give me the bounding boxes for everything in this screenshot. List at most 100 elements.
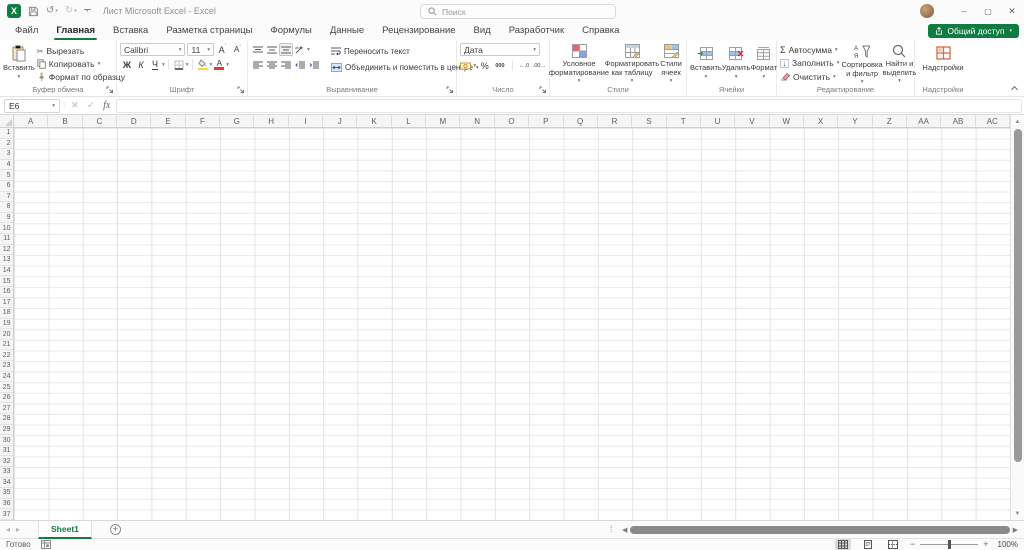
column-header-e[interactable]: E [151,115,186,127]
row-header-34[interactable]: 34 [0,478,13,489]
row-header-12[interactable]: 12 [0,245,13,256]
column-header-z[interactable]: Z [873,115,907,127]
row-header-29[interactable]: 29 [0,425,13,436]
underline-button[interactable]: Ч [148,58,162,71]
row-header-3[interactable]: 3 [0,149,13,160]
copy-dropdown-icon[interactable]: ▾ [98,61,101,67]
column-header-r[interactable]: R [598,115,633,127]
row-header-35[interactable]: 35 [0,488,13,499]
row-header-22[interactable]: 22 [0,350,13,362]
row-header-37[interactable]: 37 [0,509,13,520]
clipboard-dialog-launcher[interactable] [105,85,114,94]
column-header-u[interactable]: U [701,115,736,127]
column-header-t[interactable]: T [667,115,701,127]
avatar[interactable] [920,4,934,18]
redo-dropdown-icon[interactable]: ▾ [74,8,77,14]
copy-button[interactable]: Копировать ▾ [37,58,125,70]
column-header-k[interactable]: K [357,115,392,127]
column-header-v[interactable]: V [735,115,770,127]
macro-record-icon[interactable] [40,540,51,549]
conditional-formatting-button[interactable]: Условное форматирование ▾ [549,43,609,84]
decrease-indent-button[interactable] [293,58,307,71]
row-header-13[interactable]: 13 [0,255,13,266]
row-header-4[interactable]: 4 [0,160,13,171]
horizontal-scroll-thumb[interactable] [630,525,1010,534]
format-painter-button[interactable]: Формат по образцу [37,71,125,83]
paste-button[interactable]: Вставить ▾ [3,43,35,83]
insert-function-icon[interactable]: fx [100,100,113,111]
bold-button[interactable]: Ж [120,58,134,71]
column-header-a[interactable]: A [14,115,49,127]
currency-button[interactable] [460,59,472,72]
orientation-dropdown-icon[interactable]: ▾ [307,47,310,53]
currency-dropdown-icon[interactable]: ▾ [473,63,476,69]
row-header-8[interactable]: 8 [0,202,13,213]
close-button[interactable]: ✕ [1000,0,1024,22]
maximize-button[interactable]: ▢ [976,0,1000,22]
comma-button[interactable]: 000 [493,59,506,72]
increase-indent-button[interactable] [307,58,321,71]
enter-icon[interactable]: ✓ [84,100,97,111]
formula-input[interactable] [116,98,1022,113]
autosum-dropdown-icon[interactable]: ▾ [835,47,838,53]
column-header-p[interactable]: P [529,115,564,127]
font-size-select[interactable]: 11 ▾ [187,43,215,56]
qat-customize-icon[interactable]: ▾ [83,9,91,14]
column-header-l[interactable]: L [392,115,427,127]
vertical-scrollbar[interactable]: ▲ ▼ [1010,115,1024,520]
clear-button[interactable]: Очистить ▾ [780,71,840,83]
format-cells-button[interactable]: Формат ▾ [750,43,777,83]
decrease-font-button[interactable]: Аˇ [231,43,244,56]
decrease-decimal-button[interactable]: .00→ [533,59,546,72]
row-header-5[interactable]: 5 [0,170,13,181]
number-format-select[interactable]: Дата ▾ [460,43,540,56]
zoom-slider[interactable] [920,540,979,549]
search-box[interactable]: Поиск [420,4,616,19]
autosum-button[interactable]: Σ Автосумма ▾ [780,44,840,56]
orientation-button[interactable]: ab [293,43,307,56]
sort-filter-button[interactable]: АЯ Сортировка и фильтр ▾ [842,43,883,85]
align-middle-button[interactable] [265,43,279,56]
row-header-28[interactable]: 28 [0,414,13,425]
column-header-m[interactable]: M [426,115,461,127]
horizontal-scrollbar[interactable]: ◀ ▶ [622,521,1018,538]
minimize-button[interactable]: – [952,0,976,22]
align-bottom-button[interactable] [279,43,293,56]
undo-icon[interactable]: ↺ ▾ [46,6,58,16]
redo-icon[interactable]: ↻ ▾ [65,6,77,16]
align-top-button[interactable] [251,43,265,56]
hscroll-left-icon[interactable]: ◀ [622,526,627,534]
row-header-36[interactable]: 36 [0,499,13,510]
alignment-dialog-launcher[interactable] [445,85,454,94]
row-header-6[interactable]: 6 [0,181,13,192]
row-header-32[interactable]: 32 [0,456,13,467]
row-header-2[interactable]: 2 [0,139,13,150]
fill-button[interactable]: ↓ Заполнить ▾ [780,57,840,69]
percent-button[interactable]: % [478,59,491,72]
vertical-scroll-thumb[interactable] [1013,129,1022,462]
row-header-16[interactable]: 16 [0,287,13,298]
row-header-25[interactable]: 25 [0,382,13,393]
clear-dropdown-icon[interactable]: ▾ [833,74,836,80]
font-color-button[interactable]: А [212,58,226,71]
scroll-down-button[interactable]: ▼ [1015,507,1021,520]
row-header-20[interactable]: 20 [0,329,13,340]
row-header-30[interactable]: 30 [0,435,13,446]
font-dialog-launcher[interactable] [236,85,245,94]
row-header-10[interactable]: 10 [0,223,13,234]
row-header-33[interactable]: 33 [0,467,13,478]
row-header-7[interactable]: 7 [0,192,13,203]
font-color-dropdown-icon[interactable]: ▾ [226,62,229,68]
increase-decimal-button[interactable]: ←.0 [518,59,531,72]
zoom-in-button[interactable]: + [983,540,988,549]
tab-file[interactable]: Файл [6,25,47,40]
number-dialog-launcher[interactable] [538,85,547,94]
find-select-button[interactable]: Найти и выделить ▾ [883,43,916,84]
format-as-table-button[interactable]: Форматировать как таблицу ▾ [605,43,659,84]
insert-cells-button[interactable]: Вставить ▾ [690,43,722,83]
select-all-corner[interactable] [0,115,14,127]
tab-formulas[interactable]: Формулы [262,25,321,40]
tab-home[interactable]: Главная [47,25,104,40]
row-header-24[interactable]: 24 [0,372,13,383]
paste-dropdown-icon[interactable]: ▾ [18,73,21,82]
